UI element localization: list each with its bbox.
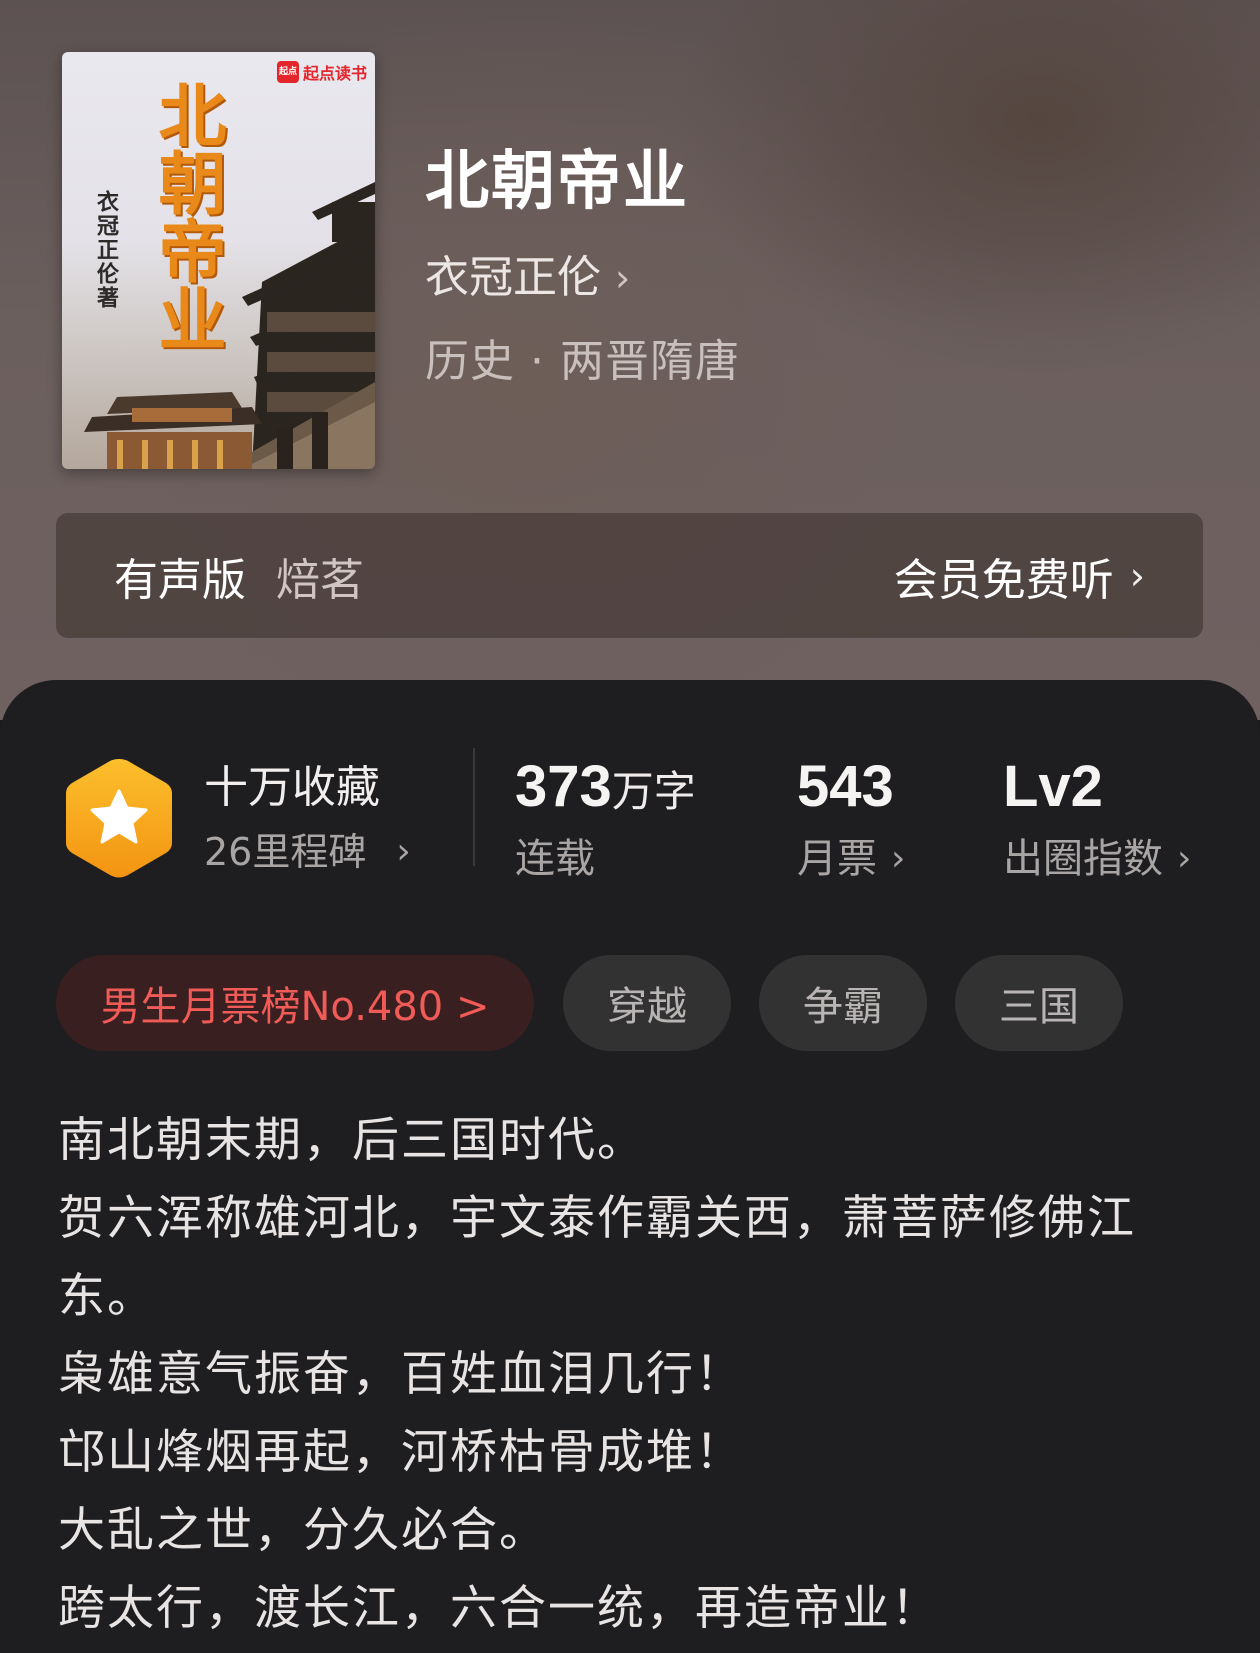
publisher-logo: 起点 起点读书 (276, 60, 367, 84)
book-title: 北朝帝业 (425, 145, 689, 219)
cover-author-art: 衣冠正伦著 (93, 190, 119, 310)
breakout-index-link[interactable]: 出圈指数 › (1003, 832, 1191, 886)
chevron-right-icon: › (1177, 838, 1192, 879)
audio-narrator: 焙茗 (276, 554, 364, 606)
synopsis-line: 南北朝末期，后三国时代。 (58, 1113, 646, 1168)
chevron-right-icon: › (396, 831, 411, 872)
book-cover[interactable]: 起点 起点读书 北朝帝业 衣冠正伦著 (62, 52, 375, 469)
publisher-mark: 起点 (276, 61, 299, 83)
tag-three-kingdoms[interactable]: 三国 (955, 955, 1123, 1051)
monthly-votes-value: 543 (797, 754, 894, 819)
tag-time-travel[interactable]: 穿越 (563, 955, 731, 1051)
tag-monthly-rank[interactable]: 男生月票榜No.480 > (56, 955, 534, 1051)
chevron-right-icon: › (891, 838, 906, 879)
synopsis-line: 跨太行，渡长江，六合一统，再造帝业！ (58, 1581, 940, 1636)
synopsis-line: 大乱之世，分久必合。 (58, 1503, 548, 1558)
chevron-right-icon: › (1129, 553, 1145, 598)
word-count-unit: 万字 (611, 767, 696, 816)
author-name: 衣冠正伦 (425, 252, 601, 303)
synopsis-line: 枭雄意气振奋，百姓血泪几行！ (58, 1347, 744, 1402)
serial-status-label: 连载 (515, 836, 595, 882)
breakout-index-label: 出圈指数 (1003, 836, 1163, 882)
milestones-label: 26里程碑 (204, 830, 367, 874)
stats-divider (473, 748, 475, 866)
milestones-link[interactable]: 26里程碑 › (204, 826, 411, 878)
chevron-right-icon: › (615, 256, 631, 300)
star-hexagon-icon[interactable] (62, 755, 176, 881)
author-link[interactable]: 衣冠正伦 › (425, 250, 630, 306)
word-count-stat: 373万字 (515, 752, 696, 827)
cover-title-art: 北朝帝业 (146, 80, 226, 352)
serial-status: 连载 (515, 832, 595, 886)
favorites-count[interactable]: 十万收藏 (204, 758, 380, 818)
word-count-value: 373 (515, 754, 612, 819)
publisher-name: 起点读书 (302, 64, 367, 83)
audio-version-bar[interactable]: 有声版 焙茗 会员免费听 › (56, 513, 1203, 638)
book-category: 历史 · 两晋隋唐 (425, 336, 740, 387)
synopsis-line: 邙山烽烟再起，河桥枯骨成堆！ (58, 1425, 744, 1480)
synopsis-line: 贺六浑称雄河北，宇文泰作霸关西，萧菩萨修佛江东。 (58, 1191, 1136, 1324)
synopsis[interactable]: 南北朝末期，后三国时代。 贺六浑称雄河北，宇文泰作霸关西，萧菩萨修佛江东。 枭雄… (58, 1102, 1208, 1648)
member-free-listen-label: 会员免费听 (893, 554, 1114, 606)
monthly-votes-link[interactable]: 月票 › (797, 832, 905, 886)
tag-hegemony[interactable]: 争霸 (759, 955, 927, 1051)
level-value: Lv2 (1003, 754, 1103, 819)
audio-label: 有声版 (114, 554, 246, 606)
monthly-votes-label: 月票 (797, 836, 877, 882)
member-free-listen-button[interactable]: 会员免费听 › (894, 544, 1145, 608)
